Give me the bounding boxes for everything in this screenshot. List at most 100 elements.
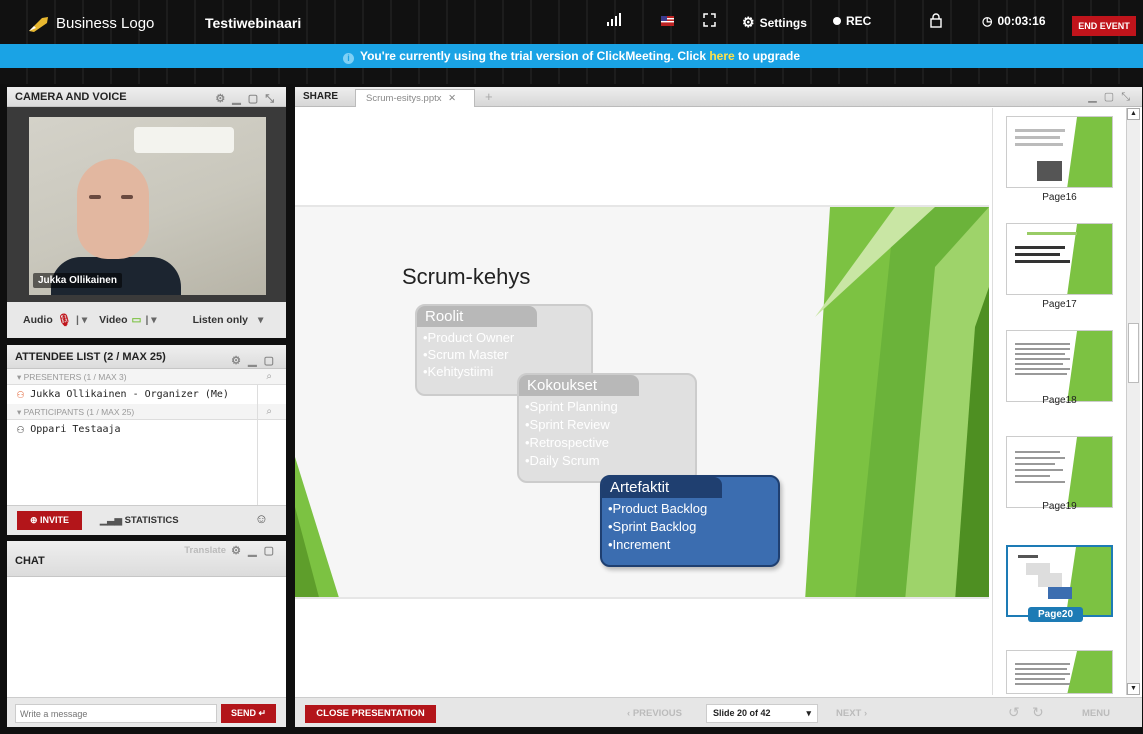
thumbnail-page16[interactable] <box>1006 116 1113 188</box>
list-item[interactable]: ⚇ Oppari Testaaja <box>7 420 286 439</box>
attendee-panel: ATTENDEE LIST (2 / MAX 25) ⚙ ▁ ▢ ▾ PRESE… <box>7 345 286 535</box>
timer: ◷ 00:03:16 <box>982 14 1046 28</box>
scroll-thumb[interactable] <box>1128 323 1139 383</box>
search-icon[interactable]: ⌕ <box>266 369 272 385</box>
webcam-video[interactable]: Jukka Ollikainen <box>29 117 266 295</box>
presenters-section-header[interactable]: ▾ PRESENTERS (1 / MAX 3) ⌕ <box>7 369 286 385</box>
panel-controls-icon[interactable]: ⚙ ▁ ▢ <box>231 541 276 561</box>
box-item: •Sprint Backlog <box>608 519 697 534</box>
box-item: •Product Owner <box>423 330 515 345</box>
thumbnail-page21[interactable] <box>1006 650 1113 694</box>
audio-dropdown-icon[interactable]: | ▾ <box>76 314 87 326</box>
invite-button[interactable]: ⊕ INVITE <box>17 511 82 530</box>
thumbnail-page19[interactable] <box>1006 436 1113 508</box>
chat-panel: CHAT Translate ⚙ ▁ ▢ SEND ↵ <box>7 541 286 727</box>
thumbnail-label: Page16 <box>1042 192 1077 203</box>
trial-banner: i You're currently using the trial versio… <box>0 44 1143 68</box>
share-tab-bar: SHARE Scrum-esitys.pptx ✕ + ▁ ▢ ⤡ <box>295 87 1142 107</box>
chat-input-bar: SEND ↵ <box>7 697 286 727</box>
panel-controls-icon[interactable]: ⚙ ▁ ▢ ⤡ <box>215 89 276 109</box>
thumbnail-scrollbar[interactable]: ▲ ▼ <box>1126 108 1140 695</box>
clock-icon: ◷ <box>982 14 993 28</box>
listen-only-select[interactable]: Listen only <box>193 314 248 326</box>
end-event-button[interactable]: END EVENT <box>1072 16 1136 36</box>
box-title: Kokoukset <box>519 375 639 396</box>
chevron-down-icon: ▾ <box>806 708 811 718</box>
box-items: •Sprint Planning •Sprint Review •Retrosp… <box>519 396 695 472</box>
menu-button[interactable]: MENU <box>1082 708 1110 719</box>
chat-panel-header: CHAT Translate ⚙ ▁ ▢ <box>7 541 286 577</box>
close-icon[interactable]: ✕ <box>448 93 456 104</box>
gear-icon: ⚙ <box>742 14 755 30</box>
participants-section-header[interactable]: ▾ PARTICIPANTS (1 / MAX 25) ⌕ <box>7 404 286 420</box>
camera-panel-header: CAMERA AND VOICE ⚙ ▁ ▢ ⤡ <box>7 87 286 107</box>
close-presentation-button[interactable]: CLOSE PRESENTATION <box>305 705 436 723</box>
person-name-tag: Jukka Ollikainen <box>33 273 122 288</box>
undo-icon[interactable]: ↺ <box>1008 704 1020 721</box>
fullscreen-icon[interactable] <box>703 13 716 27</box>
emoji-icon[interactable]: ☺ <box>255 511 268 526</box>
logo-icon <box>29 16 48 32</box>
banner-text-end: to upgrade <box>734 49 801 63</box>
signal-icon[interactable] <box>607 13 623 27</box>
previous-label: PREVIOUS <box>632 708 682 719</box>
thumbnail-label: Page18 <box>1042 395 1077 406</box>
participant-user-icon: ⚇ <box>17 422 25 436</box>
redo-icon[interactable]: ↻ <box>1032 704 1044 721</box>
slide-box-meetings: Kokoukset •Sprint Planning •Sprint Revie… <box>517 373 697 483</box>
microphone-icon[interactable]: 🎙 <box>57 313 72 327</box>
presenters-header: PRESENTERS (1 / MAX 3) <box>23 372 127 382</box>
rec-label: REC <box>846 14 872 28</box>
attendee-list-title: ATTENDEE LIST (2 / MAX 25) <box>15 351 166 363</box>
slide-title: Scrum-kehys <box>402 264 531 289</box>
decor-stripe <box>0 68 1143 84</box>
video-dropdown-icon[interactable]: | ▾ <box>145 314 156 326</box>
translate-link[interactable]: Translate <box>184 531 226 571</box>
thumbnail-page17[interactable] <box>1006 223 1113 295</box>
timer-value: 00:03:16 <box>997 14 1046 28</box>
statistics-button[interactable]: ▁▃▅ STATISTICS <box>100 515 179 526</box>
search-icon[interactable]: ⌕ <box>266 404 272 420</box>
slide-box-artifacts: Artefaktit •Product Backlog •Sprint Back… <box>600 475 780 567</box>
scroll-up-icon[interactable]: ▲ <box>1127 108 1140 120</box>
attendee-footer: ⊕ INVITE ▁▃▅ STATISTICS ☺ <box>7 505 286 535</box>
bar-chart-icon: ▁▃▅ <box>100 515 125 526</box>
thumbnail-label: Page17 <box>1042 299 1077 310</box>
tab-presentation[interactable]: Scrum-esitys.pptx ✕ <box>355 89 475 107</box>
next-button[interactable]: NEXT › <box>836 708 867 719</box>
scroll-down-icon[interactable]: ▼ <box>1127 683 1140 695</box>
language-flag-icon[interactable] <box>661 16 674 26</box>
presenter-name: Jukka Ollikainen - Organizer (Me) <box>30 389 229 400</box>
participant-name: Oppari Testaaja <box>30 424 121 435</box>
chat-title: CHAT <box>15 555 45 567</box>
lock-icon[interactable] <box>930 13 942 28</box>
box-title: Roolit <box>417 306 537 327</box>
thumbnail-page18[interactable] <box>1006 330 1113 402</box>
banner-text: You're currently using the trial version… <box>359 49 710 63</box>
chevron-down-icon[interactable]: ▾ <box>258 314 263 326</box>
statistics-label: STATISTICS <box>124 515 179 526</box>
presentation-controls: CLOSE PRESENTATION ‹ PREVIOUS Slide 20 o… <box>295 697 1142 727</box>
slide: Scrum-kehys Roolit •Product Owner •Scrum… <box>295 205 989 599</box>
list-item[interactable]: ⚇ Jukka Ollikainen - Organizer (Me) <box>7 385 286 404</box>
top-bar <box>0 0 1143 44</box>
settings-button[interactable]: ⚙ Settings <box>742 14 807 31</box>
camera-icon[interactable]: ▭ <box>132 314 142 326</box>
settings-label: Settings <box>759 15 807 30</box>
air-conditioner <box>134 127 234 153</box>
next-label: NEXT <box>836 708 862 719</box>
eye <box>89 195 101 199</box>
send-button[interactable]: SEND ↵ <box>221 704 276 723</box>
upgrade-link[interactable]: here <box>709 49 734 63</box>
previous-button[interactable]: ‹ PREVIOUS <box>627 708 682 719</box>
attendee-panel-header: ATTENDEE LIST (2 / MAX 25) ⚙ ▁ ▢ <box>7 345 286 369</box>
rec-button[interactable]: REC <box>833 14 871 28</box>
add-tab-icon[interactable]: + <box>485 89 493 104</box>
chat-message-input[interactable] <box>15 704 217 723</box>
window-controls-icon[interactable]: ▁ ▢ ⤡ <box>1088 90 1132 104</box>
video-frame: Jukka Ollikainen <box>7 107 286 302</box>
box-item: •Retrospective <box>525 435 610 450</box>
av-controls: Audio 🎙 | ▾ Video ▭ | ▾ Listen only ▾ <box>7 302 286 338</box>
video-label: Video <box>99 314 128 326</box>
slide-select[interactable]: Slide 20 of 42 ▾ <box>706 704 818 723</box>
